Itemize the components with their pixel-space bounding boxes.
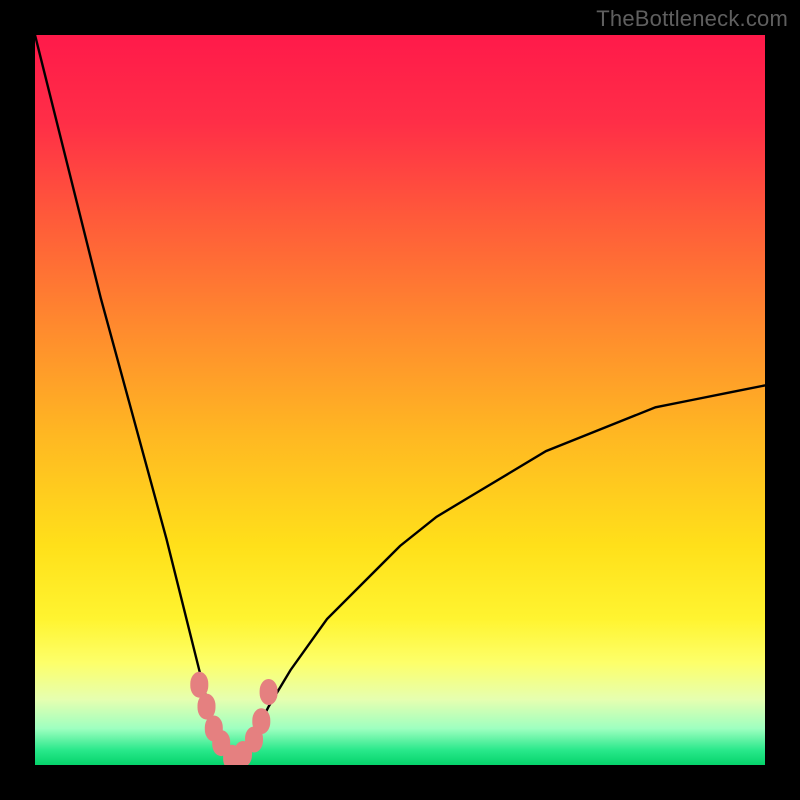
- highlighted-markers: [190, 672, 277, 765]
- curve-layer: [35, 35, 765, 765]
- marker-dot: [252, 708, 270, 734]
- bottleneck-curve: [35, 35, 765, 758]
- watermark-text: TheBottleneck.com: [596, 6, 788, 32]
- chart-frame: TheBottleneck.com: [0, 0, 800, 800]
- plot-area: [35, 35, 765, 765]
- marker-dot: [260, 679, 278, 705]
